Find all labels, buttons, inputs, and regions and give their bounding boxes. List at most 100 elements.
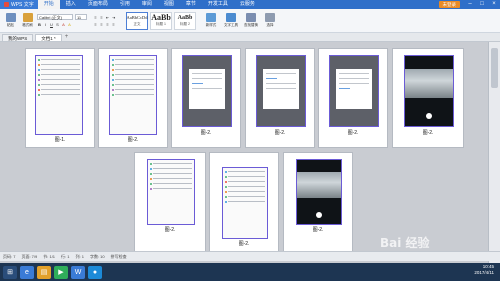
- status-row: 行: 1: [61, 253, 70, 259]
- screenshot-settings-menu: [109, 55, 157, 135]
- text-tools-icon: [226, 13, 236, 22]
- maximize-icon[interactable]: □: [476, 0, 488, 9]
- wps-writer-icon[interactable]: W: [71, 265, 85, 279]
- format-painter-button[interactable]: 格式刷: [20, 11, 35, 31]
- style-gallery: AaBbCcDd 正文 AaBb 标题 1 AaBb 标题 2: [126, 11, 196, 30]
- folder-icon[interactable]: ▤: [37, 265, 51, 279]
- align-left-icon[interactable]: ≡: [93, 22, 98, 27]
- figure-caption: 图-2.: [200, 130, 212, 136]
- style-normal[interactable]: AaBbCcDd 正文: [126, 11, 148, 30]
- menu-tab-home[interactable]: 开始: [37, 0, 60, 9]
- font-name-select[interactable]: Calibri (正文): [37, 14, 73, 20]
- paragraph-controls: ≡ ≡ ⇤ ⇥ ≡ ≡ ≡ ≡: [93, 15, 116, 27]
- page-3: 图-2.: [171, 48, 241, 148]
- title-bar: WPS 文字 开始 插入 页面布局 引用 审阅 视图 章节 开发工具 云服务 未…: [0, 0, 500, 9]
- page-9: 图-2.: [283, 152, 353, 256]
- cursor-icon: [265, 13, 275, 22]
- paste-icon: [5, 13, 16, 22]
- page-8: 图-2.: [209, 152, 279, 256]
- menu-tab-insert[interactable]: 插入: [60, 0, 82, 9]
- figure-caption: 图-1.: [54, 137, 66, 143]
- page-2: 图-2.: [98, 48, 168, 148]
- figure-caption: 图-2.: [164, 227, 176, 233]
- new-tab-icon[interactable]: +: [65, 34, 69, 40]
- align-right-icon[interactable]: ≡: [105, 22, 110, 27]
- media-icon[interactable]: ▶: [54, 265, 68, 279]
- screenshot-dialog: [182, 55, 232, 127]
- page-6: 图-2.: [392, 48, 464, 148]
- system-clock[interactable]: 10:45 2017/4/11: [474, 264, 494, 276]
- screenshot-settings-menu: [35, 55, 83, 135]
- tab-my-wps[interactable]: 我的WPS: [2, 33, 34, 41]
- app-menu-button[interactable]: WPS 文字: [0, 0, 38, 9]
- figure-caption: 图-2.: [238, 241, 250, 247]
- new-style-button[interactable]: 新样式: [202, 11, 220, 31]
- menu-tab-review[interactable]: 审阅: [136, 0, 158, 9]
- page-4: 图-2.: [245, 48, 315, 148]
- app-name: WPS 文字: [11, 2, 34, 8]
- qq-icon[interactable]: ●: [88, 265, 102, 279]
- menu-tab-view[interactable]: 视图: [158, 0, 180, 9]
- indent-decrease-icon[interactable]: ⇤: [105, 15, 110, 20]
- menu-tab-references[interactable]: 引用: [114, 0, 136, 9]
- screenshot-camera: [404, 55, 454, 127]
- align-center-icon[interactable]: ≡: [99, 22, 104, 27]
- italic-icon[interactable]: I: [43, 22, 48, 27]
- scrollbar-thumb[interactable]: [491, 48, 498, 88]
- start-icon[interactable]: ⊞: [3, 265, 17, 279]
- numbered-list-icon[interactable]: ≡: [99, 15, 104, 20]
- menu-tab-developer[interactable]: 开发工具: [202, 0, 234, 9]
- style-heading-2[interactable]: AaBb 标题 2: [174, 11, 196, 30]
- indent-increase-icon[interactable]: ⇥: [111, 15, 116, 20]
- document-tab-bar: 我的WPS 文档1 * +: [0, 33, 500, 42]
- style-heading-1[interactable]: AaBb 标题 1: [150, 11, 172, 30]
- status-pages: 页面: 7/9: [21, 253, 38, 259]
- justify-icon[interactable]: ≡: [111, 22, 116, 27]
- paste-button[interactable]: 粘贴: [3, 11, 18, 31]
- ribbon-toolbar: 粘贴 格式刷 Calibri (正文) 11 B I U S A A ≡ ≡ ⇤…: [0, 9, 500, 33]
- figure-caption: 图-2.: [274, 130, 286, 136]
- screenshot-settings-menu: [147, 159, 195, 225]
- new-style-icon: [206, 13, 216, 22]
- menu-tab-layout[interactable]: 页面布局: [82, 0, 114, 9]
- close-icon[interactable]: ×: [488, 0, 500, 9]
- screenshot-camera: [296, 159, 342, 225]
- page-1: 图-1.: [25, 48, 95, 148]
- page-5: 图-2.: [318, 48, 388, 148]
- browser-icon[interactable]: e: [20, 265, 34, 279]
- format-buttons: B I U S A A: [37, 22, 87, 27]
- brush-icon: [22, 13, 33, 22]
- highlight-icon[interactable]: A: [67, 22, 72, 27]
- figure-caption: 图-2.: [312, 227, 324, 233]
- font-color-icon[interactable]: A: [61, 22, 66, 27]
- shutter-icon: [426, 113, 432, 119]
- figure-caption: 图-2.: [347, 130, 359, 136]
- bold-icon[interactable]: B: [37, 22, 42, 27]
- figure-caption: 图-2.: [422, 130, 434, 136]
- status-section: 节: 1/1: [43, 253, 56, 259]
- text-tools-button[interactable]: 文字工具: [222, 11, 240, 31]
- font-size-select[interactable]: 11: [75, 14, 87, 20]
- login-button[interactable]: 未登录: [438, 1, 460, 8]
- screenshot-dialog: [329, 55, 379, 127]
- tab-document-1[interactable]: 文档1 *: [35, 33, 62, 41]
- shutter-icon: [316, 211, 322, 218]
- status-page: 页码: 7: [3, 253, 16, 259]
- status-spellcheck[interactable]: 拼写检查: [111, 254, 127, 260]
- status-words[interactable]: 字数: 10: [90, 254, 105, 260]
- underline-icon[interactable]: U: [49, 22, 54, 27]
- menu-tab-section[interactable]: 章节: [180, 0, 202, 9]
- wps-logo-icon: [4, 2, 9, 7]
- select-button[interactable]: 选择: [262, 11, 278, 31]
- bullet-list-icon[interactable]: ≡: [93, 15, 98, 20]
- menu-tab-cloud[interactable]: 云服务: [234, 0, 261, 9]
- find-replace-button[interactable]: 查找替换: [242, 11, 260, 31]
- watermark: Bai 经验: [380, 236, 430, 250]
- screenshot-settings-menu: [222, 167, 268, 239]
- page-7: 图-2.: [134, 152, 206, 256]
- vertical-scrollbar[interactable]: [488, 42, 500, 271]
- strikethrough-icon[interactable]: S: [55, 22, 60, 27]
- figure-caption: 图-2.: [127, 137, 139, 143]
- font-controls: Calibri (正文) 11 B I U S A A: [37, 14, 87, 27]
- minimize-icon[interactable]: –: [464, 0, 476, 9]
